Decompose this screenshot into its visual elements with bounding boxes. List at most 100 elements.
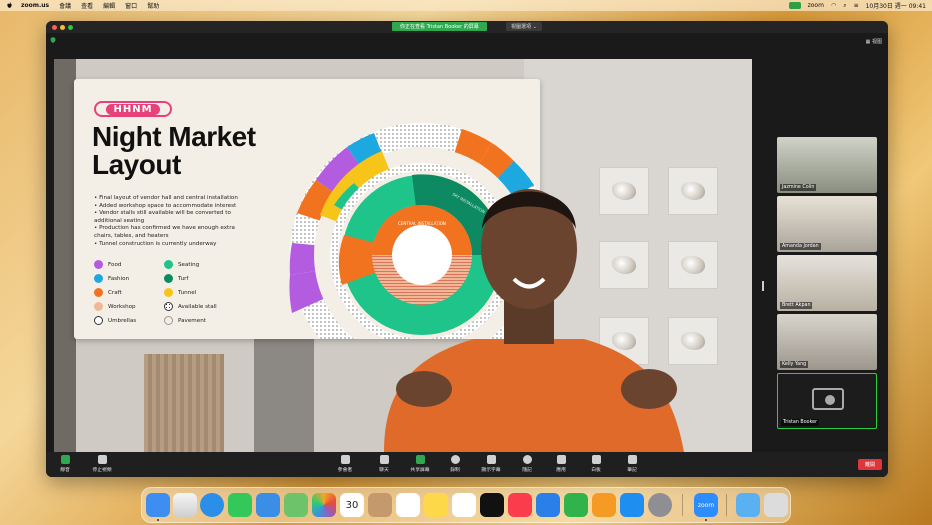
tv-icon[interactable] — [480, 493, 504, 517]
participant-tile-self[interactable]: Tristan Booker — [777, 373, 877, 429]
freeform-icon[interactable] — [452, 493, 476, 517]
apps-button[interactable]: 應用 — [547, 455, 575, 473]
launchpad-icon[interactable] — [173, 493, 197, 517]
zoom-menu-label[interactable]: zoom — [808, 2, 824, 9]
craft-swatch — [94, 288, 103, 297]
menu-help[interactable]: 幫助 — [147, 1, 159, 10]
video-camera-icon — [97, 455, 107, 464]
notes-icon[interactable] — [424, 493, 448, 517]
fullscreen-window-button[interactable] — [68, 24, 73, 30]
menu-view[interactable]: 查看 — [81, 1, 93, 10]
music-icon[interactable] — [508, 493, 532, 517]
search-icon[interactable]: ⌕ — [843, 2, 846, 10]
reactions-icon — [522, 455, 532, 464]
apple-icon[interactable] — [6, 2, 13, 9]
active-speaker-video: HHNM Night Market Layout Final layout of… — [54, 59, 752, 452]
legend-available-stall: Available stall — [164, 302, 217, 311]
legend-label: Available stall — [178, 303, 217, 310]
messages-icon[interactable] — [228, 493, 252, 517]
screen-share-banner: 你正在查看 Tristan Booker 的屏幕 — [392, 22, 487, 31]
finder-icon[interactable] — [146, 493, 170, 517]
background-wall — [54, 59, 76, 452]
button-label: 共享屏幕 — [410, 468, 430, 473]
keynote-icon[interactable] — [536, 493, 560, 517]
clock[interactable]: 10月30日 週一 09:41 — [866, 1, 926, 10]
notes-button[interactable]: 筆記 — [618, 455, 646, 473]
participant-name: Brett Akpan — [780, 302, 813, 309]
button-label: 筆記 — [627, 468, 637, 473]
view-options-button[interactable]: 視圖選項 ⌄ — [506, 22, 542, 31]
legend-tunnel: Tunnel — [164, 288, 196, 297]
legend-food: Food — [94, 260, 121, 269]
downloads-folder-icon[interactable] — [736, 493, 760, 517]
running-indicator — [157, 519, 159, 521]
reactions-button[interactable]: 隨記 — [513, 455, 541, 473]
maps-icon[interactable] — [284, 493, 308, 517]
bullet-item: Added workshop space to accommodate inte… — [94, 203, 254, 211]
turf-swatch — [164, 274, 173, 283]
zoom-status-icon[interactable] — [788, 2, 801, 9]
mute-button[interactable]: 靜音 — [51, 455, 79, 473]
system-settings-icon[interactable] — [648, 493, 672, 517]
encryption-shield-icon[interactable] — [50, 37, 56, 43]
whiteboard-icon — [591, 455, 601, 464]
app-store-icon[interactable] — [620, 493, 644, 517]
photos-icon[interactable] — [312, 493, 336, 517]
wifi-icon[interactable]: ◠ — [831, 2, 836, 9]
trash-icon[interactable] — [764, 493, 788, 517]
control-center-icon[interactable]: ≡ — [854, 2, 859, 9]
whiteboard-button[interactable]: 白板 — [582, 455, 610, 473]
participants-button[interactable]: 參會者 — [331, 455, 359, 473]
calendar-date: 30 — [345, 499, 359, 511]
hhnm-logo: HHNM — [94, 101, 172, 117]
zoom-icon[interactable]: zoom — [694, 493, 718, 517]
participant-name: Amanda Jordan — [780, 243, 821, 250]
legend-label: Food — [108, 261, 122, 268]
menu-edit[interactable]: 編輯 — [103, 1, 115, 10]
umbrella-icon — [94, 316, 103, 325]
legend-label: Turf — [178, 275, 189, 282]
bullet-item: Vendor stalls still available will be co… — [94, 210, 254, 225]
notes-icon — [627, 455, 637, 464]
legend-workshop: Workshop — [94, 302, 136, 311]
bullet-item: Production has confirmed we have enough … — [94, 225, 254, 240]
legend-label: Umbrellas — [108, 317, 137, 324]
pages-icon[interactable] — [592, 493, 616, 517]
share-screen-button[interactable]: 共享屏幕 — [406, 455, 434, 473]
sidebar-resize-handle[interactable] — [762, 281, 764, 291]
menu-app-name[interactable]: zoom.us — [21, 2, 49, 9]
close-window-button[interactable] — [52, 24, 57, 30]
captions-button[interactable]: 顯示字幕 — [477, 455, 505, 473]
contacts-icon[interactable] — [368, 493, 392, 517]
safari-icon[interactable] — [200, 493, 224, 517]
participant-tile[interactable]: Jazmine Colin — [777, 137, 877, 193]
button-label: 隨記 — [522, 468, 532, 473]
running-indicator — [705, 519, 707, 521]
numbers-icon[interactable] — [564, 493, 588, 517]
fashion-swatch — [94, 274, 103, 283]
bullet-item: Final layout of vendor hall and central … — [94, 195, 254, 203]
participant-tile[interactable]: Amanda Jordan — [777, 196, 877, 252]
food-swatch — [94, 260, 103, 269]
reminders-icon[interactable] — [396, 493, 420, 517]
calendar-icon[interactable]: 30 — [340, 493, 364, 517]
participant-name: Jazmine Colin — [780, 184, 817, 191]
dock-separator — [726, 494, 727, 516]
participant-tile[interactable]: Kelly Yang — [777, 314, 877, 370]
menu-meeting[interactable]: 會議 — [59, 1, 71, 10]
presenter-video — [384, 189, 684, 452]
mail-icon[interactable] — [256, 493, 280, 517]
view-toggle[interactable]: ▦ 视图 — [866, 38, 882, 45]
menu-window[interactable]: 窗口 — [125, 1, 137, 10]
zoom-dock-label: zoom — [697, 501, 715, 509]
participant-tile[interactable]: Brett Akpan — [777, 255, 877, 311]
dock-separator — [682, 494, 683, 516]
record-button[interactable]: 錄制 — [441, 455, 469, 473]
minimize-window-button[interactable] — [60, 24, 65, 30]
stop-video-button[interactable]: 停止視頻 — [88, 455, 116, 473]
button-label: 停止視頻 — [92, 468, 112, 473]
slide-bullets: Final layout of vendor hall and central … — [94, 195, 254, 248]
chat-button[interactable]: 聊天 — [370, 455, 398, 473]
leave-button[interactable]: 離開 — [858, 459, 882, 470]
avatar — [825, 395, 835, 405]
